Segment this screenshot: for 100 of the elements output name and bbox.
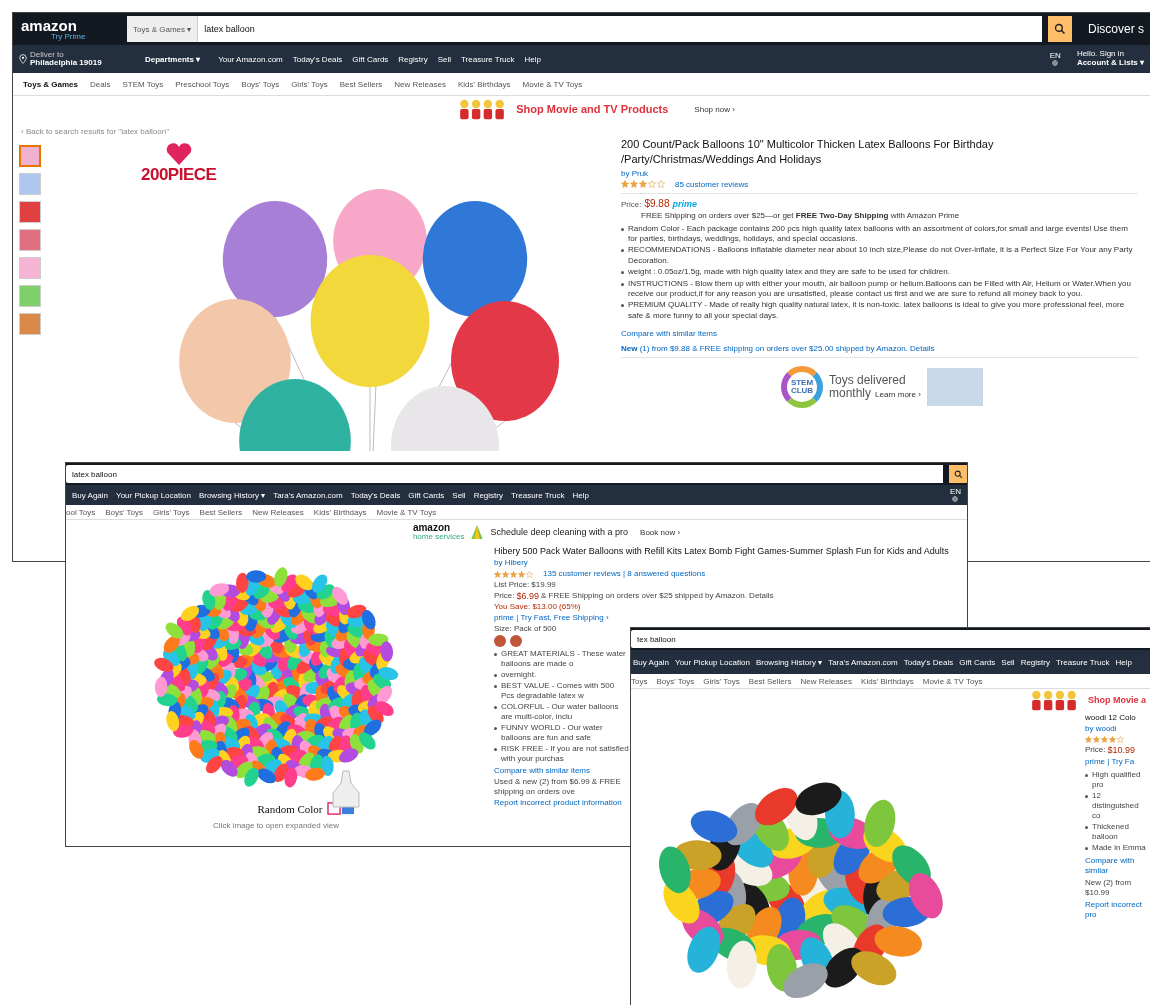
category-link[interactable]: Toys — [631, 676, 648, 686]
reviews-link[interactable]: 85 customer reviews — [675, 179, 749, 189]
nav-link[interactable]: Gift Cards — [959, 657, 996, 667]
feature-bullet: weight : 0.05oz/1.5g, made with high quality latex and they are safe to be used for children. — [628, 267, 950, 278]
account-menu[interactable]: Account & Lists ▾ — [1076, 59, 1144, 68]
category-link[interactable]: Kids' Birthdays — [457, 79, 511, 89]
nav-link[interactable]: Today's Deals — [350, 490, 401, 500]
savings: You Save: $13.00 (65%) — [494, 602, 581, 613]
report-link[interactable]: Report incorrect product information — [494, 798, 622, 809]
ad-subline: monthly — [829, 387, 872, 401]
size-label: Size: Pack of 500 — [494, 624, 557, 635]
category-link[interactable]: Best Sellers — [339, 79, 383, 89]
search-field[interactable]: Toys & Games ▾ latex balloon — [127, 16, 1042, 42]
category-link[interactable]: Deals — [90, 79, 111, 89]
nav-link[interactable]: Gift Cards — [408, 490, 445, 500]
back-link[interactable]: ‹ Back to search results for "latex balloon" — [13, 122, 169, 141]
category-link[interactable]: New Releases — [394, 79, 446, 89]
nav-link[interactable]: Buy Again — [72, 490, 109, 500]
brand-link[interactable]: by Hibery — [494, 558, 528, 569]
category-link[interactable]: New Releases — [800, 676, 853, 686]
amazon-logo[interactable]: amazon — [21, 17, 121, 33]
nav-link[interactable]: Treasure Truck — [1056, 657, 1110, 667]
compare-link[interactable]: Compare with similar — [1085, 856, 1149, 876]
banner-headline[interactable]: Schedule deep cleaning with a pro — [490, 527, 629, 537]
nav-link[interactable]: Browsing History ▾ — [755, 657, 823, 667]
deliver-location[interactable]: Philadelphia 19019 — [30, 59, 102, 67]
banner-link[interactable]: Shop now › — [694, 104, 735, 114]
category-link[interactable]: Movie & TV Toys — [922, 676, 983, 686]
category-link[interactable]: STEM Toys — [122, 79, 164, 89]
nav-link[interactable]: Sell — [1001, 657, 1015, 667]
prime-trial-link[interactable]: prime | Try Fast, Free Shipping › — [494, 613, 622, 624]
nav-link[interactable]: Gift Cards — [352, 54, 389, 64]
brand-link[interactable]: by woodi — [1085, 724, 1117, 734]
prime-trial-link[interactable]: prime | Try Fa — [1085, 757, 1149, 767]
nav-link[interactable]: Sell — [452, 490, 466, 500]
category-link[interactable]: Girls' Toys — [703, 676, 740, 686]
nav-link[interactable]: Your Pickup Location — [675, 657, 750, 667]
feature-bullet: FUNNY WORLD - Our water balloons are fun and safe — [501, 723, 604, 744]
category-link[interactable]: Movie & TV Toys — [522, 79, 583, 89]
category-link[interactable]: Preschool Toys — [175, 79, 230, 89]
nav-link[interactable]: Treasure Truck — [461, 54, 515, 64]
category-link[interactable]: Kids' Birthdays — [861, 676, 914, 686]
category-link[interactable]: Kids' Birthdays — [313, 507, 367, 517]
banner-headline[interactable]: Shop Movie and TV Products — [516, 103, 669, 115]
shipping-info: FREE Shipping on orders over $25—or get FREE Two-Day Shipping with Amazon Prime — [640, 210, 960, 220]
brand-link[interactable]: by Pruk — [621, 168, 649, 178]
reviews-link[interactable]: 135 customer reviews | 8 answered questions — [543, 569, 706, 580]
nav-link[interactable]: Tara's Amazon.com — [828, 657, 898, 667]
search-query: latex balloon — [203, 24, 255, 34]
product-title: woodi 12 Colo — [1085, 713, 1136, 722]
nav-link[interactable]: Your Pickup Location — [116, 490, 191, 500]
nav-link[interactable]: Help — [524, 54, 541, 64]
logo-subtitle: home services — [412, 533, 465, 541]
nav-link[interactable]: Browsing History ▾ — [198, 490, 266, 500]
nav-link[interactable]: Help — [1115, 657, 1132, 667]
category-link[interactable]: Boys' Toys — [656, 676, 695, 686]
language-selector[interactable]: EN — [949, 487, 961, 497]
search-field[interactable]: latex balloon — [66, 465, 943, 483]
nav-link[interactable]: Your Amazon.com — [218, 54, 283, 64]
banner-headline[interactable]: Shop Movie a — [1088, 695, 1146, 705]
departments-menu[interactable]: Departments ▾ — [145, 54, 201, 64]
nav-link[interactable]: Tara's Amazon.com — [273, 490, 343, 500]
category-link[interactable]: Girls' Toys — [153, 507, 190, 517]
nav-link[interactable]: Registry — [473, 490, 503, 500]
category-link[interactable]: Best Sellers — [748, 676, 792, 686]
feature-bullet: Made in Emma — [1092, 843, 1147, 853]
nav-link[interactable]: Help — [572, 490, 589, 500]
nav-link[interactable]: Registry — [398, 54, 428, 64]
feature-bullet: High qualified pro — [1092, 770, 1142, 790]
compare-link[interactable]: Compare with similar items — [621, 329, 718, 339]
category-link[interactable]: Movie & TV Toys — [376, 507, 437, 517]
deliver-label: Deliver to — [30, 51, 64, 59]
report-link[interactable]: Report incorrect pro — [1085, 900, 1149, 920]
nav-link[interactable]: Buy Again — [633, 657, 670, 667]
banner-link[interactable]: Book now › — [640, 527, 681, 537]
promo-text[interactable]: Discover s — [1088, 22, 1144, 36]
price: $10.99 — [1107, 745, 1135, 755]
nav-link[interactable]: Registry — [1020, 657, 1050, 667]
category-link[interactable]: Toys & Games — [23, 79, 78, 89]
feature-bullet: Random Color - Each package contains 200 pcs high quality latex balloons with an assortment of colors,for small and large events! Use them for parties, birthdays, weddings, holidays, and special occasions. — [628, 223, 1129, 245]
ad-banner[interactable]: STEM CLUB Toys delivered monthly Learn more › — [781, 366, 983, 409]
category-link[interactable]: Boys' Toys — [241, 79, 280, 89]
category-link[interactable]: Girls' Toys — [291, 79, 328, 89]
category-link[interactable]: New Releases — [252, 507, 304, 517]
search-category-dropdown[interactable]: Toys & Games ▾ — [127, 16, 199, 42]
category-link[interactable]: Boys' Toys — [105, 507, 144, 517]
language-selector[interactable]: EN — [1049, 51, 1061, 61]
offer-info: Used & new (2) from $6.99 & FREE shipping on orders ove — [494, 777, 622, 798]
nav-link[interactable]: Today's Deals — [292, 54, 343, 64]
nav-link[interactable]: Today's Deals — [903, 657, 954, 667]
nav-link[interactable]: Treasure Truck — [511, 490, 565, 500]
category-link[interactable]: ool Toys — [66, 507, 96, 517]
feature-bullet: RISK FREE - If you are not satisfied with your purchas — [501, 744, 629, 765]
nav-link[interactable]: Sell — [437, 54, 452, 64]
search-field[interactable]: tex balloon — [631, 630, 1150, 648]
product-title: 200 Count/Pack Balloons 10" Multicolor Thicken Latex Balloons For Birthday /Party/Christmas/Weddings And Holidays — [621, 137, 995, 167]
compare-link[interactable]: Compare with similar items — [494, 766, 622, 777]
learn-more-link[interactable]: Learn more › — [875, 391, 921, 400]
category-link[interactable]: Best Sellers — [199, 507, 243, 517]
feature-bullet: PREMIUM QUALITY - Made of really high quality natural latex, it is non-toxic. latex balloons is ideal to give you more professional feel, more safe & more funny to all your special days. — [628, 300, 1126, 322]
